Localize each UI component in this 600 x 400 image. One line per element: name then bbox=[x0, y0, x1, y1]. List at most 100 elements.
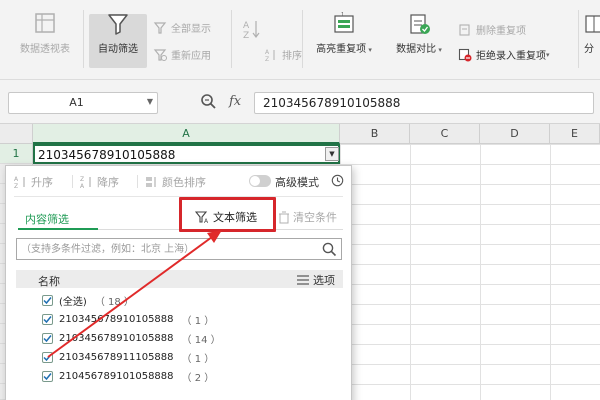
toggle-knob bbox=[250, 176, 260, 186]
column-header-c[interactable]: C bbox=[410, 124, 480, 144]
checkmark-icon bbox=[43, 296, 52, 304]
list-item[interactable]: 210345678910105888 （ 14 ） bbox=[42, 329, 221, 347]
ribbon-separator bbox=[578, 10, 579, 68]
list-item[interactable]: 210345678911105888 （ 1 ） bbox=[42, 348, 214, 366]
checkbox[interactable] bbox=[42, 351, 53, 363]
panel-separator bbox=[72, 175, 73, 188]
ribbon-separator bbox=[231, 10, 232, 68]
checkbox[interactable] bbox=[42, 332, 53, 344]
checkbox[interactable] bbox=[42, 370, 53, 382]
active-cell-a1[interactable]: 210345678910105888 bbox=[33, 144, 340, 164]
sort-asc-icon: A Z bbox=[14, 176, 25, 189]
data-compare-button[interactable]: 数据对比 ▾ bbox=[387, 12, 451, 55]
filter-search-input[interactable] bbox=[21, 241, 311, 257]
list-item[interactable]: 210456789101058888 （ 2 ） bbox=[42, 367, 214, 385]
column-header-a[interactable]: A bbox=[33, 124, 340, 144]
column-header-d[interactable]: D bbox=[480, 124, 550, 144]
trash-icon bbox=[279, 211, 289, 223]
split-button[interactable]: 分 bbox=[584, 12, 600, 55]
checkbox[interactable] bbox=[42, 313, 53, 325]
reapply-label: 重新应用 bbox=[171, 51, 211, 62]
column-header-b[interactable]: B bbox=[340, 124, 410, 144]
cell-a1-value: 210345678910105888 bbox=[38, 148, 176, 162]
reapply-button[interactable]: 重新应用 bbox=[153, 47, 211, 62]
advanced-mode-toggle[interactable] bbox=[249, 175, 271, 187]
sort-color-button[interactable]: 颜色排序 bbox=[145, 174, 206, 190]
checkmark-icon bbox=[43, 353, 52, 361]
zoom-magnifier-icon[interactable] bbox=[200, 93, 218, 111]
checkmark-icon bbox=[43, 372, 52, 380]
list-item[interactable]: 210345678910105888 （ 1 ） bbox=[42, 310, 214, 328]
sort-color-icon bbox=[146, 177, 156, 187]
highlight-duplicates-button[interactable]: 1 高亮重复项 ▾ bbox=[306, 12, 382, 55]
show-all-button[interactable]: 全部显示 bbox=[153, 20, 211, 35]
sort-color-label: 颜色排序 bbox=[162, 176, 206, 189]
ribbon: 数据透视表 自动筛选 全部显示 重新应用 A Z A Z 排序 1 高亮重复项 … bbox=[0, 0, 600, 80]
filter-search-box[interactable] bbox=[16, 238, 342, 260]
dropdown-arrow-icon: ▾ bbox=[366, 46, 372, 54]
sort-button[interactable]: A Z 排序 bbox=[264, 47, 302, 63]
tab-content-filter[interactable]: 内容筛选 bbox=[25, 211, 69, 227]
data-compare-label: 数据对比 bbox=[396, 44, 437, 55]
formula-value: 210345678910105888 bbox=[263, 96, 401, 110]
show-all-icon bbox=[153, 21, 167, 34]
search-icon[interactable] bbox=[322, 242, 337, 257]
filter-panel: A Z 升序 Z A 降序 颜色排序 高级模式 内容筛选 A 文本筛选 清空条件… bbox=[5, 165, 352, 400]
filter-dropdown-button[interactable]: ▼ bbox=[325, 147, 339, 161]
list-item-select-all[interactable]: (全选) （ 18 ） bbox=[42, 291, 134, 309]
sort-az-button[interactable]: A Z bbox=[241, 18, 263, 40]
list-item-label: 210345678910105888 bbox=[59, 313, 174, 325]
reject-duplicates-button[interactable]: 拒绝录入重复项 ▾ bbox=[458, 47, 550, 62]
sort-asc-button[interactable]: A Z 升序 bbox=[14, 174, 53, 190]
chevron-down-icon[interactable]: ▼ bbox=[147, 97, 153, 106]
filter-funnel-icon bbox=[108, 14, 128, 35]
clear-conditions-label: 清空条件 bbox=[293, 211, 337, 224]
list-item-label: 210456789101058888 bbox=[59, 370, 174, 382]
advanced-mode-label: 高级模式 bbox=[275, 176, 319, 189]
list-options-button[interactable]: 选项 bbox=[297, 272, 335, 288]
list-header: 名称 选项 bbox=[16, 270, 343, 288]
pivot-table-icon bbox=[35, 13, 55, 33]
column-header-e[interactable]: E bbox=[550, 124, 600, 144]
sort-label: 排序 bbox=[282, 51, 302, 62]
auto-filter-button[interactable]: 自动筛选 bbox=[89, 12, 147, 55]
list-item-label: 210345678910105888 bbox=[59, 332, 174, 344]
fx-button[interactable]: fx bbox=[229, 94, 241, 109]
reject-duplicates-label: 拒绝录入重复项 bbox=[476, 51, 546, 62]
row-header-1[interactable]: 1 bbox=[0, 144, 33, 164]
sort-desc-button[interactable]: Z A 降序 bbox=[80, 174, 119, 190]
list-item-count: （ 2 ） bbox=[181, 372, 215, 384]
pivot-table-button[interactable]: 数据透视表 bbox=[12, 12, 78, 55]
ribbon-separator bbox=[83, 10, 84, 68]
split-icon bbox=[585, 15, 600, 33]
reapply-icon bbox=[153, 48, 167, 61]
svg-text:A: A bbox=[265, 49, 270, 56]
delete-duplicates-label: 删除重复项 bbox=[476, 26, 526, 37]
show-all-label: 全部显示 bbox=[171, 24, 211, 35]
clock-icon[interactable] bbox=[331, 174, 344, 187]
delete-duplicates-button[interactable]: 删除重复项 bbox=[458, 22, 526, 37]
data-compare-icon bbox=[410, 14, 430, 34]
panel-separator bbox=[137, 175, 138, 188]
list-header-name: 名称 bbox=[38, 275, 60, 288]
svg-text:Z: Z bbox=[80, 176, 84, 183]
text-filter-label: 文本筛选 bbox=[213, 211, 257, 224]
name-box-value: A1 bbox=[69, 96, 84, 109]
text-filter-icon: A bbox=[195, 211, 209, 224]
formula-input[interactable]: 210345678910105888 bbox=[254, 92, 594, 114]
filter-sort-row: A Z 升序 Z A 降序 颜色排序 高级模式 bbox=[6, 166, 351, 196]
name-box[interactable]: A1 ▼ bbox=[8, 92, 158, 114]
highlight-duplicates-label: 高亮重复项 bbox=[316, 44, 367, 55]
pivot-table-label: 数据透视表 bbox=[20, 44, 70, 55]
dropdown-arrow-icon: ▾ bbox=[546, 50, 550, 59]
sort-az-icon: A Z bbox=[243, 21, 260, 40]
sort-desc-label: 降序 bbox=[97, 176, 119, 189]
svg-text:A: A bbox=[14, 176, 19, 183]
sort-asc-label: 升序 bbox=[31, 176, 53, 189]
svg-text:A: A bbox=[80, 183, 85, 189]
text-filter-button[interactable]: A 文本筛选 bbox=[195, 209, 257, 225]
select-all-corner[interactable] bbox=[0, 124, 33, 144]
checkbox[interactable] bbox=[42, 294, 53, 306]
clear-conditions-button[interactable]: 清空条件 bbox=[278, 209, 337, 225]
split-label: 分 bbox=[584, 44, 594, 55]
